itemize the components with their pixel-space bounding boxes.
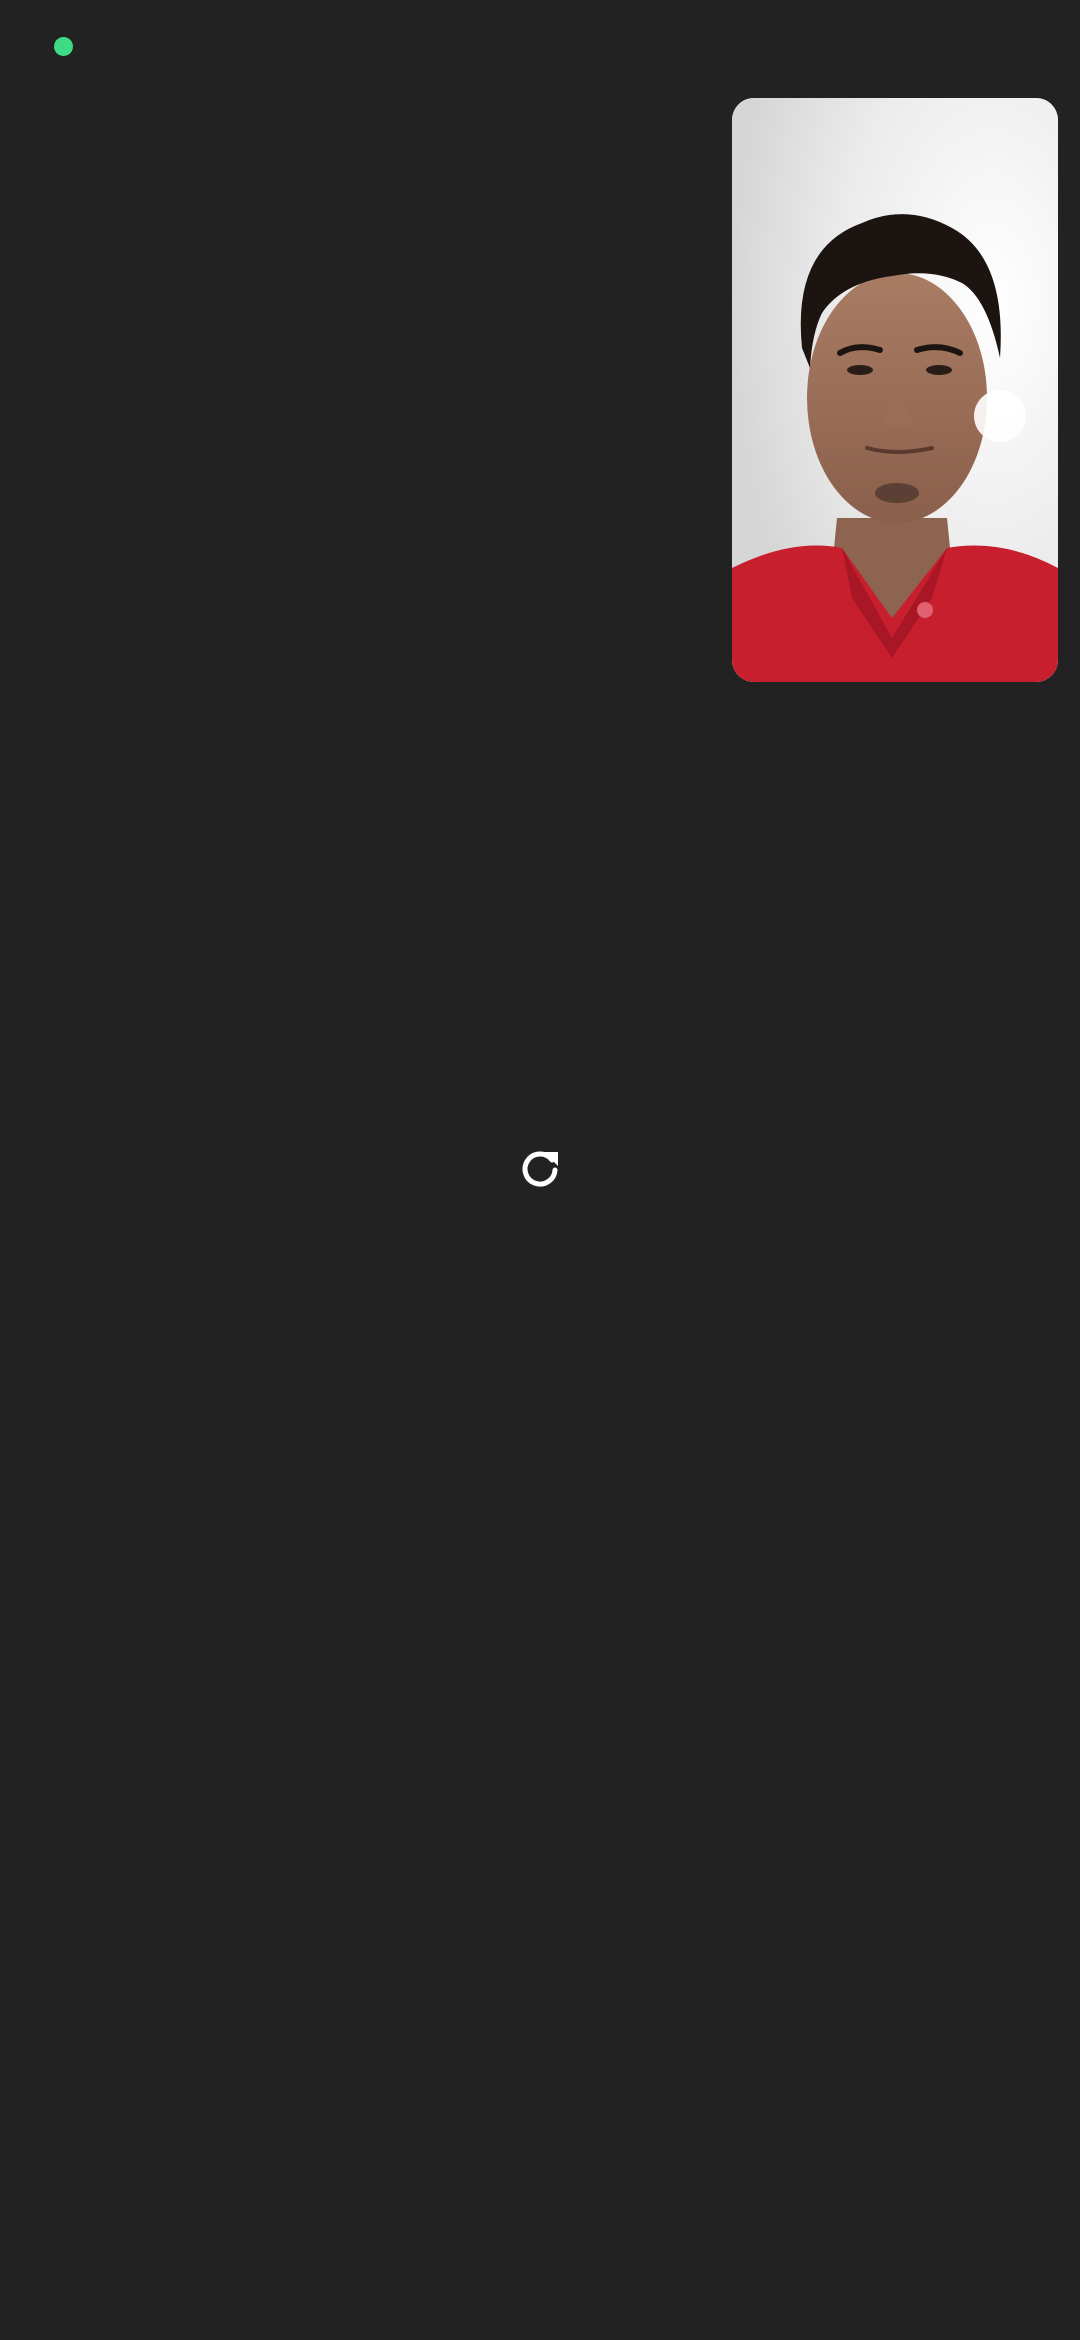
self-camera-image <box>732 98 1058 682</box>
refresh-icon <box>522 1151 558 1187</box>
self-camera-preview[interactable] <box>732 98 1058 682</box>
video-call-screen <box>0 0 1080 2340</box>
connection-status-dot <box>54 37 73 56</box>
refresh-button[interactable] <box>512 1142 568 1198</box>
